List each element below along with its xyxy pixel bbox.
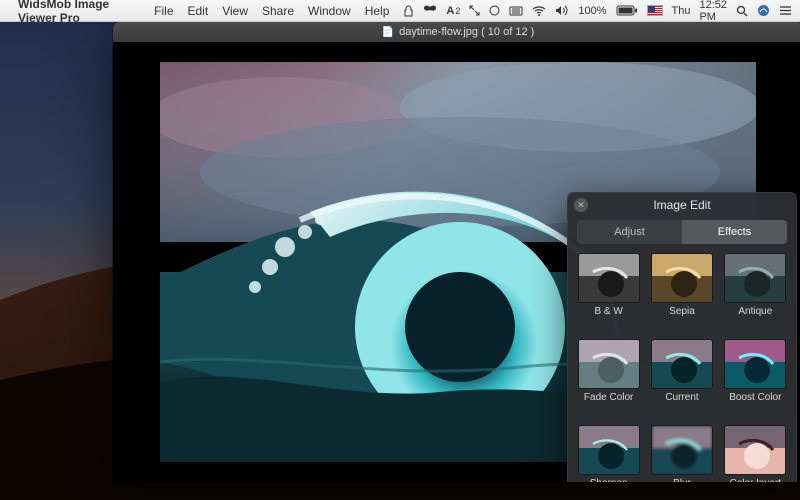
- effect-thumb-sharpen: [579, 426, 639, 474]
- effect-sharpen[interactable]: Sharpen: [577, 426, 640, 482]
- effect-label: Sepia: [669, 306, 695, 317]
- window-title: daytime-flow.jpg ( 10 of 12 ): [399, 26, 534, 38]
- effect-fade-color[interactable]: Fade Color: [577, 340, 640, 418]
- effect-blur[interactable]: Blur: [650, 426, 713, 482]
- image-edit-panel: ✕ Image Edit Adjust Effects B & W: [567, 192, 797, 482]
- menu-edit[interactable]: Edit: [188, 4, 209, 18]
- menu-help[interactable]: Help: [365, 4, 390, 18]
- effect-label: Blur: [673, 478, 691, 482]
- panel-title: Image Edit: [653, 198, 710, 212]
- effect-label: Sharpen: [590, 478, 628, 482]
- tab-adjust[interactable]: Adjust: [577, 220, 682, 244]
- app-window: 📄 daytime-flow.jpg ( 10 of 12 ): [113, 22, 800, 482]
- effect-label: Antique: [738, 306, 772, 317]
- butterfly-icon[interactable]: [423, 5, 437, 16]
- siri-icon[interactable]: [757, 4, 770, 17]
- expand-icon[interactable]: [469, 5, 480, 16]
- volume-icon[interactable]: [555, 5, 569, 16]
- menu-file[interactable]: File: [154, 4, 173, 18]
- effect-label: Boost Color: [729, 392, 781, 403]
- effect-thumb-bw: [579, 254, 639, 302]
- effect-label: B & W: [594, 306, 622, 317]
- wifi-icon[interactable]: [532, 6, 546, 16]
- effect-label: Color Invert: [729, 478, 781, 482]
- effect-thumb-boost-color: [725, 340, 785, 388]
- effect-boost-color[interactable]: Boost Color: [724, 340, 787, 418]
- battery-pct[interactable]: 100%: [578, 5, 606, 17]
- effect-thumb-color-invert: [725, 426, 785, 474]
- effect-thumb-blur: [652, 426, 712, 474]
- panel-header[interactable]: ✕ Image Edit: [567, 192, 797, 218]
- tab-effects[interactable]: Effects: [682, 220, 787, 244]
- effect-thumb-fade-color: [579, 340, 639, 388]
- menubar-day[interactable]: Thu: [672, 5, 691, 17]
- effect-color-invert[interactable]: Color Invert: [724, 426, 787, 482]
- effects-grid: B & W Sepia Antique: [567, 250, 797, 482]
- a-badge-icon[interactable]: A2: [446, 5, 460, 17]
- close-icon: ✕: [577, 200, 585, 211]
- battery-icon[interactable]: [616, 5, 638, 16]
- effect-thumb-antique: [725, 254, 785, 302]
- effect-current[interactable]: Current: [650, 340, 713, 418]
- effect-label: Fade Color: [584, 392, 633, 403]
- effect-label: Current: [665, 392, 698, 403]
- lock-icon[interactable]: [403, 5, 414, 17]
- effect-antique[interactable]: Antique: [724, 254, 787, 332]
- spotlight-icon[interactable]: [736, 5, 748, 17]
- menu-view[interactable]: View: [222, 4, 248, 18]
- effect-bw[interactable]: B & W: [577, 254, 640, 332]
- window-titlebar[interactable]: 📄 daytime-flow.jpg ( 10 of 12 ): [113, 22, 800, 42]
- circle-icon[interactable]: [489, 5, 500, 16]
- panel-tabs: Adjust Effects: [577, 220, 787, 244]
- app-name[interactable]: WidsMob Image Viewer Pro: [18, 0, 140, 25]
- panel-close-button[interactable]: ✕: [574, 198, 588, 212]
- image-viewport[interactable]: ✕ Image Edit Adjust Effects B & W: [113, 42, 800, 482]
- effect-thumb-sepia: [652, 254, 712, 302]
- menubar-status-area: A2 100% Thu 12:52 PM: [403, 0, 792, 23]
- menu-extra-icon[interactable]: [509, 6, 523, 16]
- effect-sepia[interactable]: Sepia: [650, 254, 713, 332]
- input-flag-icon[interactable]: [647, 5, 663, 16]
- menu-window[interactable]: Window: [308, 4, 351, 18]
- menubar-time[interactable]: 12:52 PM: [699, 0, 727, 23]
- document-icon: 📄: [382, 27, 394, 38]
- effect-thumb-current: [652, 340, 712, 388]
- menu-share[interactable]: Share: [262, 4, 294, 18]
- notification-center-icon[interactable]: [779, 5, 792, 16]
- macos-menubar: WidsMob Image Viewer Pro File Edit View …: [0, 0, 800, 22]
